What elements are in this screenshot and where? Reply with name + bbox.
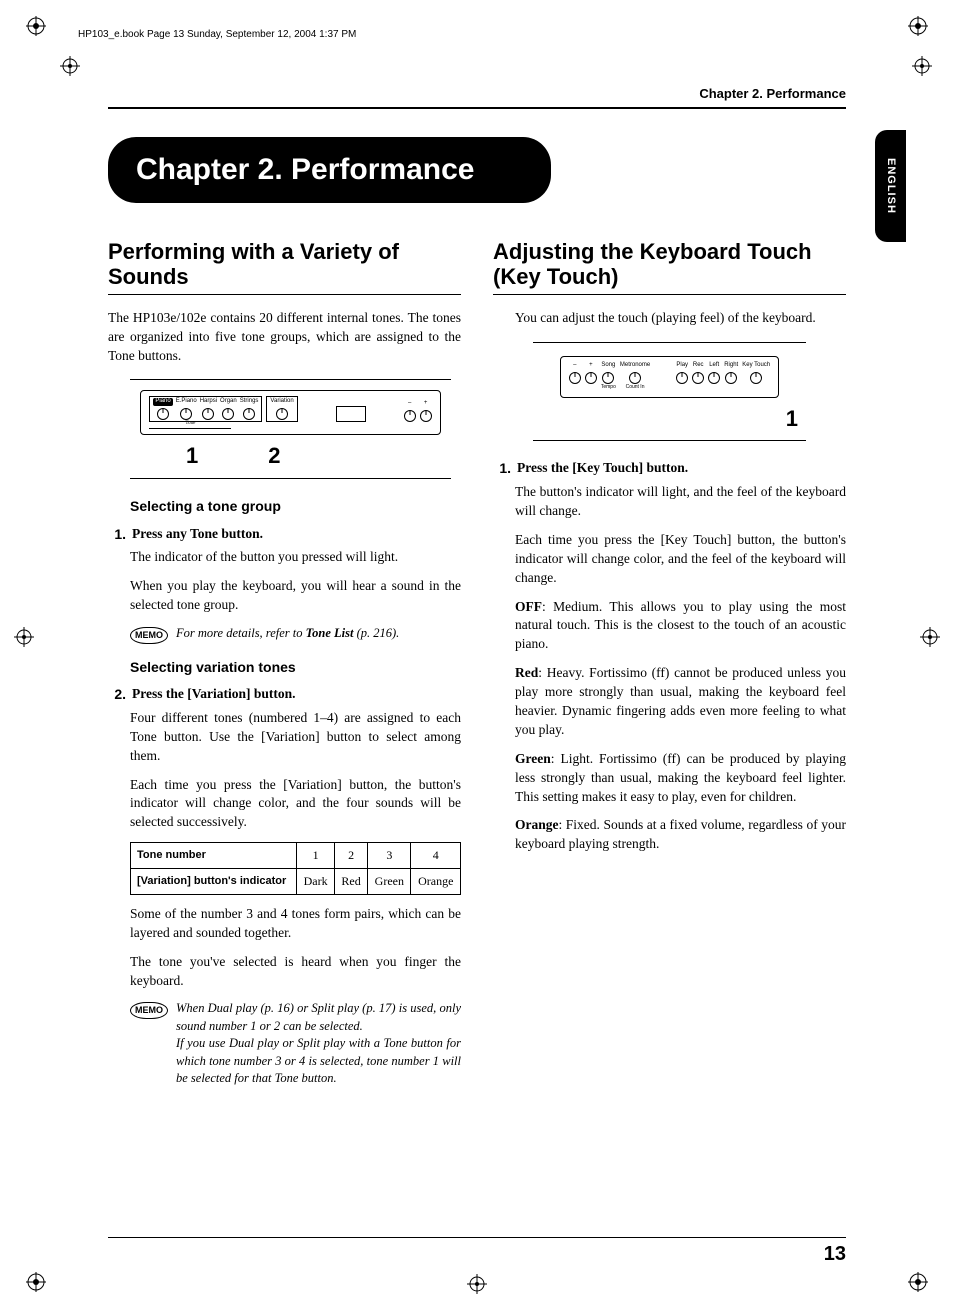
intro-text: The HP103e/102e contains 20 different in…: [108, 309, 461, 366]
step-number: 2.: [108, 685, 126, 705]
keytouch-orange: Orange: Fixed. Sounds at a fixed volume,…: [515, 816, 846, 854]
step-body: The button's indicator will light, and t…: [515, 483, 846, 521]
step-title: Press any Tone button.: [132, 525, 263, 545]
crop-mark-icon: [26, 1272, 46, 1292]
variation-table: Tone number 1 2 3 4 [Variation] button's…: [130, 842, 461, 895]
step-body: When you play the keyboard, you will hea…: [130, 577, 461, 615]
keytouch-green: Green: Light. Fortissimo (ff) can be pro…: [515, 750, 846, 807]
section-rule: [493, 294, 846, 295]
page-number: 13: [824, 1240, 846, 1268]
keytouch-red: Red: Heavy. Fortissimo (ff) cannot be pr…: [515, 664, 846, 740]
crop-mark-icon: [908, 1272, 928, 1292]
page-content: Chapter 2. Performance Chapter 2. Perfor…: [108, 85, 846, 1268]
body-text: The tone you've selected is heard when y…: [130, 953, 461, 991]
step-body: Each time you press the [Key Touch] butt…: [515, 531, 846, 588]
panel-display: [336, 406, 366, 422]
left-column: Performing with a Variety of Sounds The …: [108, 239, 461, 1098]
crop-mark-icon: [26, 16, 46, 36]
crop-mark-icon: [60, 56, 80, 76]
crop-mark-icon: [908, 16, 928, 36]
subhead-tone-group: Selecting a tone group: [130, 497, 461, 517]
section-heading-keytouch: Adjusting the Keyboard Touch (Key Touch): [493, 239, 846, 290]
section-rule: [108, 294, 461, 295]
memo-text: When Dual play (p. 16) or Split play (p.…: [176, 1000, 461, 1088]
keytouch-panel-figure: – + SongTempo MetronomeCount In Play Rec…: [533, 342, 806, 442]
tone-panel-figure: Piano E.Piano Harpsi Organ Strings Varia…: [130, 379, 451, 479]
top-rule: [108, 107, 846, 109]
crop-mark-icon: [14, 627, 34, 647]
subhead-variation: Selecting variation tones: [130, 658, 461, 678]
right-column: Adjusting the Keyboard Touch (Key Touch)…: [493, 239, 846, 1098]
step-title: Press the [Variation] button.: [132, 685, 296, 705]
keytouch-off: OFF: Medium. This allows you to play usi…: [515, 598, 846, 655]
memo-icon: MEMO: [130, 627, 168, 644]
chapter-title: Chapter 2. Performance: [108, 137, 551, 203]
body-text: Some of the number 3 and 4 tones form pa…: [130, 905, 461, 943]
print-header-line: HP103_e.book Page 13 Sunday, September 1…: [78, 28, 356, 42]
figure-callout-1: 1: [186, 441, 198, 472]
language-tab: ENGLISH: [875, 130, 906, 242]
figure-callout-2: 2: [268, 441, 280, 472]
chapter-running-head: Chapter 2. Performance: [108, 85, 846, 103]
crop-mark-icon: [912, 56, 932, 76]
bottom-rule: [108, 1237, 846, 1238]
memo-icon: MEMO: [130, 1002, 168, 1019]
step-body: The indicator of the button you pressed …: [130, 548, 461, 567]
step-number: 1.: [493, 459, 511, 479]
figure-callout-1: 1: [786, 404, 798, 435]
memo-text: For more details, refer to Tone List (p.…: [176, 625, 461, 643]
intro-text: You can adjust the touch (playing feel) …: [515, 309, 846, 328]
step-title: Press the [Key Touch] button.: [517, 459, 688, 479]
step-body: Four different tones (numbered 1–4) are …: [130, 709, 461, 766]
crop-mark-icon: [920, 627, 940, 647]
step-body: Each time you press the [Variation] butt…: [130, 776, 461, 833]
section-heading-sounds: Performing with a Variety of Sounds: [108, 239, 461, 290]
crop-mark-icon: [467, 1274, 487, 1294]
step-number: 1.: [108, 525, 126, 545]
